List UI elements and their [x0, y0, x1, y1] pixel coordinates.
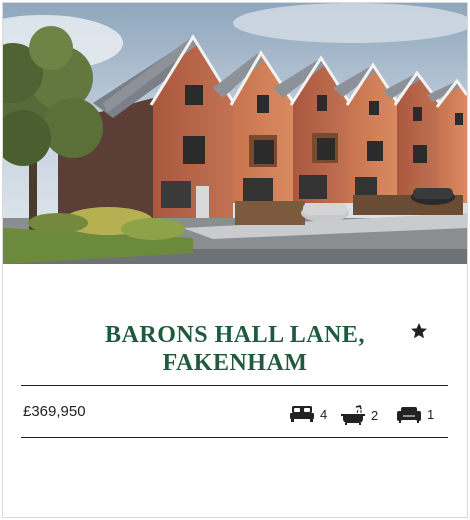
property-photo[interactable] [3, 3, 467, 264]
star-icon[interactable] [409, 321, 429, 341]
bedrooms-feature: 4 [289, 405, 327, 423]
property-title[interactable]: BARONS HALL LANE, FAKENHAM [3, 321, 467, 377]
price: £369,950 [23, 403, 86, 420]
reception-feature: 1 [396, 405, 434, 423]
property-card[interactable]: BARONS HALL LANE, FAKENHAM £369,950 4 2 … [2, 2, 468, 518]
bath-icon [340, 405, 366, 425]
title-line-2[interactable]: FAKENHAM [3, 349, 467, 377]
divider-top [21, 385, 448, 386]
bedrooms-count: 4 [320, 406, 328, 422]
reception-count: 1 [427, 406, 435, 422]
bathrooms-feature: 2 [340, 405, 378, 425]
divider-bottom [21, 437, 448, 438]
bathrooms-count: 2 [371, 407, 379, 423]
title-line-1[interactable]: BARONS HALL LANE, [3, 321, 467, 349]
bed-icon [289, 405, 315, 423]
sofa-icon [396, 405, 422, 423]
